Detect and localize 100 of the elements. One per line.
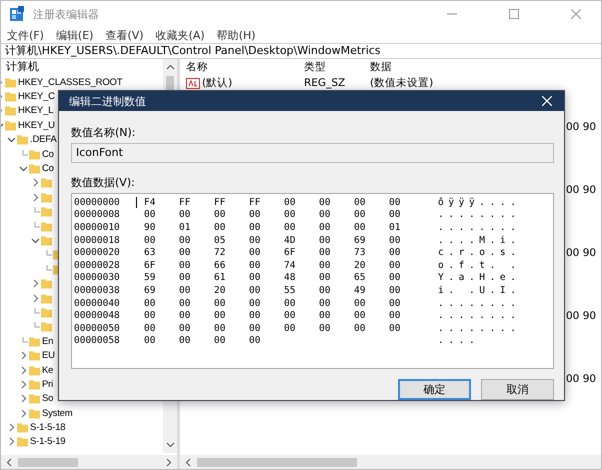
menu-item[interactable]: 收藏夹(A) bbox=[156, 28, 205, 42]
tree-item[interactable]: HKEY_U bbox=[18, 120, 55, 131]
menu-item[interactable]: 文件(F) bbox=[7, 28, 44, 42]
column-header[interactable]: 类型 bbox=[304, 62, 370, 72]
scroll-left-icon[interactable] bbox=[185, 458, 191, 466]
chevron-right-icon[interactable] bbox=[19, 380, 28, 389]
hex-byte: 00 bbox=[249, 335, 262, 346]
ascii-text: o.f.t. . bbox=[438, 260, 521, 271]
hex-byte: 00 bbox=[389, 196, 402, 208]
chevron-right-icon[interactable] bbox=[7, 423, 16, 432]
tree-item[interactable]: S-1-5-18 bbox=[30, 422, 66, 434]
scroll-down-icon[interactable] bbox=[166, 442, 174, 448]
tree-item[interactable]: HKEY_C bbox=[18, 91, 55, 102]
menu-item[interactable]: 帮助(H) bbox=[216, 28, 256, 42]
chevron-right-icon[interactable] bbox=[31, 192, 40, 202]
hex-byte: 00 bbox=[354, 209, 366, 220]
scrollbar-thumb[interactable] bbox=[18, 458, 78, 466]
hex-byte: 4D bbox=[284, 234, 296, 246]
scroll-up-icon[interactable] bbox=[166, 64, 174, 70]
address-bar[interactable]: 计算机\HKEY_USERS\.DEFAULT\Control Panel\Desktop\WindowMetrics bbox=[1, 43, 601, 59]
ascii-text: .... bbox=[438, 335, 480, 346]
folder-icon bbox=[29, 393, 40, 404]
tree-item[interactable]: Pri bbox=[42, 378, 54, 390]
chevron-right-icon[interactable] bbox=[19, 394, 28, 404]
tree-item[interactable]: Co bbox=[42, 148, 54, 160]
chevron-right-icon[interactable] bbox=[31, 178, 40, 188]
hex-byte: 6F bbox=[144, 260, 156, 271]
hex-byte: 00 bbox=[284, 310, 296, 322]
hex-offset: 00000050 bbox=[73, 322, 121, 334]
chevron-right-icon[interactable] bbox=[7, 437, 16, 446]
dialog-button[interactable]: 取消 bbox=[481, 379, 554, 400]
column-header[interactable]: 名称 bbox=[186, 62, 304, 72]
scroll-left-icon[interactable] bbox=[6, 458, 12, 466]
ascii-text: ôÿÿÿ.... bbox=[438, 196, 521, 208]
hex-byte: 00 bbox=[249, 322, 262, 334]
hex-byte: 63 bbox=[144, 247, 156, 258]
chevron-down-icon[interactable] bbox=[19, 164, 28, 174]
hex-byte: 00 bbox=[389, 234, 402, 246]
ascii-text: ........ bbox=[438, 222, 521, 233]
chevron-right-icon[interactable] bbox=[19, 351, 28, 360]
folder-icon bbox=[41, 177, 52, 188]
value-name-field[interactable]: IconFont bbox=[71, 143, 554, 163]
hex-byte: 66 bbox=[214, 260, 226, 271]
folder-icon bbox=[29, 378, 40, 390]
tree-item[interactable]: S-1-5-19 bbox=[30, 436, 66, 448]
folder-icon bbox=[41, 306, 52, 318]
tree-item[interactable]: .DEFA bbox=[30, 134, 56, 146]
chevron-right-icon[interactable] bbox=[19, 408, 28, 418]
folder-icon bbox=[29, 350, 40, 362]
horizontal-scrollbar[interactable] bbox=[1, 455, 177, 469]
hex-byte: 00 bbox=[249, 298, 262, 309]
maximize-icon[interactable] bbox=[509, 9, 519, 19]
hex-byte: 00 bbox=[144, 335, 156, 346]
tree-item[interactable]: So bbox=[42, 393, 54, 404]
tree-item[interactable]: HKEY_L bbox=[18, 105, 54, 116]
scroll-right-icon[interactable] bbox=[166, 458, 172, 466]
dialog-button[interactable]: 确定 bbox=[398, 379, 471, 400]
menu-item[interactable]: 查看(V) bbox=[105, 28, 144, 42]
chevron-down-icon[interactable] bbox=[31, 236, 40, 245]
hex-offset: 00000018 bbox=[73, 234, 121, 246]
chevron-right-icon[interactable] bbox=[19, 366, 28, 374]
ascii-text: ........ bbox=[438, 298, 521, 309]
folder-icon bbox=[41, 234, 52, 246]
tree-item[interactable]: 计算机 bbox=[1, 59, 163, 75]
tree-item[interactable]: System bbox=[42, 408, 72, 419]
hex-offset: 00000058 bbox=[73, 335, 121, 346]
menu-item[interactable]: 编辑(E) bbox=[56, 28, 94, 42]
tree-item[interactable]: En bbox=[42, 336, 54, 347]
hex-offset: 00000020 bbox=[73, 247, 121, 258]
text-cursor bbox=[136, 196, 137, 208]
hex-byte: 61 bbox=[214, 272, 226, 284]
hex-byte: 00 bbox=[319, 209, 332, 220]
tree-item[interactable]: HKEY_CLASSES_ROOT bbox=[18, 76, 122, 88]
tree-item[interactable]: Co bbox=[42, 163, 54, 174]
hex-byte: 00 bbox=[354, 196, 366, 208]
chevron-right-icon[interactable] bbox=[31, 294, 40, 303]
hex-byte: 69 bbox=[354, 234, 366, 246]
value-name[interactable]: (默认) bbox=[202, 78, 232, 88]
chevron-down-icon[interactable] bbox=[7, 135, 16, 144]
hex-editor-field[interactable] bbox=[71, 193, 554, 369]
hex-byte: 00 bbox=[319, 272, 332, 284]
horizontal-scrollbar[interactable] bbox=[180, 455, 601, 469]
ascii-text: ........ bbox=[438, 209, 521, 220]
hex-offset: 00000028 bbox=[73, 260, 121, 271]
hex-byte: 00 bbox=[179, 322, 192, 334]
hex-byte: 00 bbox=[319, 284, 332, 296]
value-data: 00 90 bbox=[566, 121, 598, 133]
folder-icon bbox=[5, 76, 16, 88]
scrollbar-thumb[interactable] bbox=[197, 458, 357, 466]
folder-icon bbox=[29, 408, 40, 419]
hex-byte: 00 bbox=[319, 322, 332, 334]
tree-item[interactable]: Ke bbox=[42, 364, 54, 376]
tree-item[interactable]: EU bbox=[42, 350, 55, 362]
ascii-text: ....M.i. bbox=[438, 234, 521, 246]
hex-byte: 00 bbox=[354, 322, 366, 334]
hex-byte: 00 bbox=[284, 222, 296, 233]
chevron-right-icon[interactable] bbox=[31, 279, 40, 288]
hex-byte: 20 bbox=[214, 284, 226, 296]
hex-byte: 00 bbox=[179, 298, 192, 309]
column-header[interactable]: 数据 bbox=[370, 62, 392, 72]
